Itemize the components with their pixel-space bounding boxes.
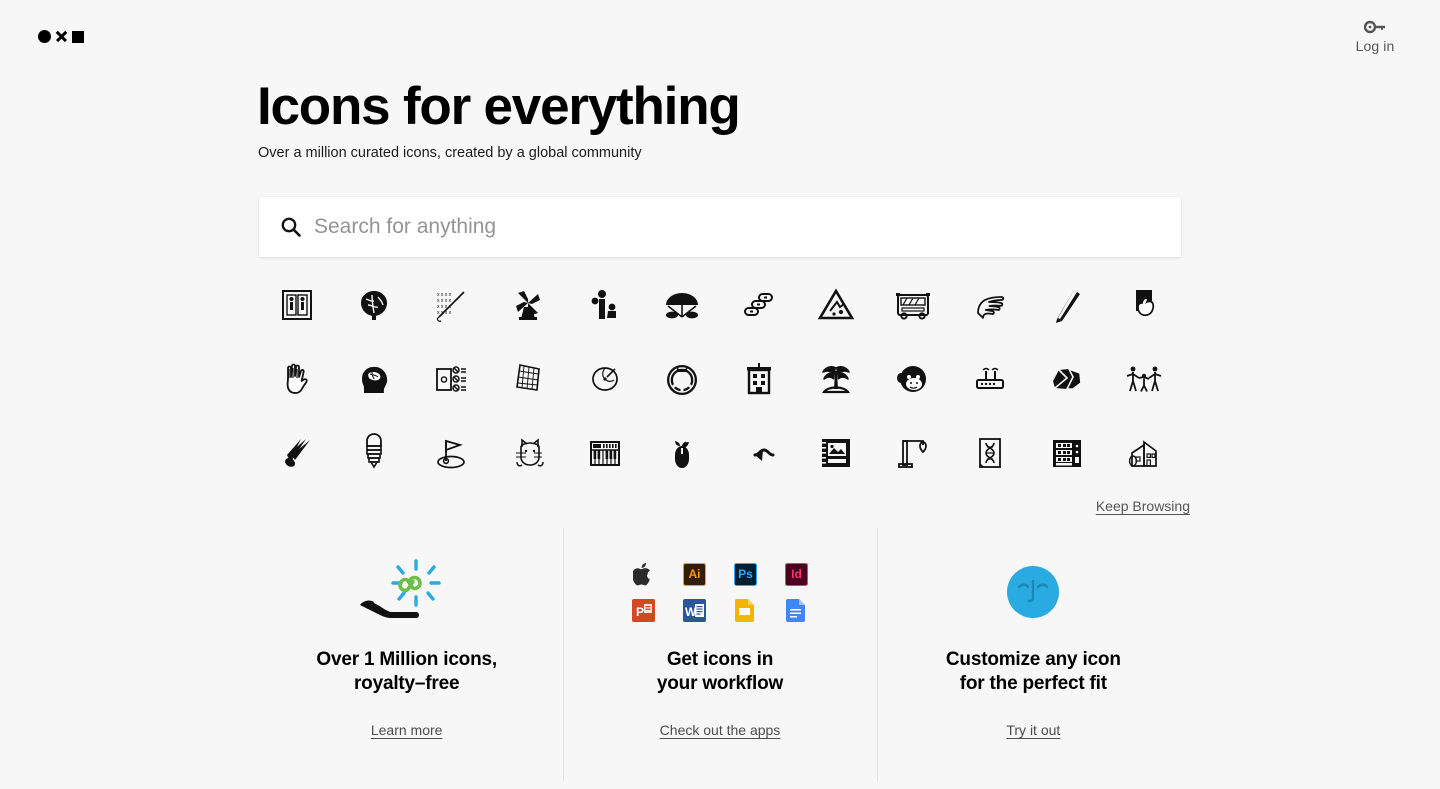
try-it-out-link[interactable]: Try it out [1006,722,1060,738]
house-icon[interactable] [1105,416,1182,490]
money-checklist-icon[interactable] [412,342,489,416]
elevator-people-icon[interactable] [258,268,335,342]
login-label: Log in [1355,38,1395,54]
page-title: Icons for everything [257,77,741,136]
search-input[interactable] [314,215,1134,239]
photo-album-icon[interactable] [797,416,874,490]
wavy-arrow-left-icon[interactable] [720,416,797,490]
feature-title-line2: royalty–free [353,673,460,694]
piano-keyboard-icon[interactable] [566,416,643,490]
feature-title-line2: for the perfect fit [959,673,1107,694]
apple-slice-icon[interactable] [566,342,643,416]
computer-mouse-sprout-icon[interactable] [643,416,720,490]
logo-square-icon [72,30,84,43]
family-holding-hands-icon[interactable] [1105,342,1182,416]
golf-flag-icon[interactable] [412,416,489,490]
crane-icon[interactable] [874,416,951,490]
word-icon: W [682,598,706,622]
feature-title-line1: Customize any icon [945,649,1121,670]
svg-text:P: P [636,605,644,619]
landslide-warning-icon[interactable] [797,268,874,342]
powerpoint-icon: P [631,598,655,622]
apartment-building-icon[interactable] [720,342,797,416]
search-icon [280,216,302,238]
blue-face-icon [998,536,1068,648]
rocks-icon[interactable] [1028,342,1105,416]
parachute-icon[interactable] [643,268,720,342]
check-out-apps-link[interactable]: Check out the apps [660,722,781,738]
light-bulb-icon[interactable] [335,416,412,490]
icon-results-grid: x x x xx x x x x x x xx x x x [258,268,1182,490]
keep-browsing-link[interactable]: Keep Browsing [1096,498,1190,514]
palm-tree-island-icon[interactable] [797,342,874,416]
logo-circle-icon [38,30,51,43]
cat-icon[interactable] [489,416,566,490]
pointing-hand-icon[interactable] [951,268,1028,342]
google-docs-icon [785,598,808,622]
wreath-icon[interactable] [643,342,720,416]
shuttlecock-icon[interactable] [258,416,335,490]
hand-holding-card-icon[interactable] [1105,268,1182,342]
adobe-photoshop-icon: Ps [733,562,757,586]
logo-x-icon [55,30,68,43]
wifi-router-icon[interactable] [951,342,1028,416]
feature-title: Over 1 Million icons, royalty–free [316,648,497,696]
head-brain-icon[interactable] [335,342,412,416]
learn-more-link[interactable]: Learn more [371,722,443,738]
feature-title-line1: Over 1 Million icons, [316,649,497,670]
apple-icon [632,562,655,586]
page-root: Log in Icons for everything Over a milli… [0,0,1440,789]
feature-title-line2: your workflow [656,673,784,694]
feature-title-line1: Get icons in [666,649,774,670]
features-section: Over 1 Million icons, royalty–free Learn… [250,528,1190,781]
google-slides-icon [734,598,757,622]
dna-document-icon[interactable] [951,416,1028,490]
hand-infinity-icon [352,536,462,648]
pen-icon[interactable] [1028,268,1105,342]
vending-machine-icon[interactable] [1028,416,1105,490]
windmill-icon[interactable] [489,268,566,342]
page-subtitle: Over a million curated icons, created by… [258,145,642,161]
adobe-indesign-icon: Id [784,562,808,586]
feature-title: Get icons in your workflow [657,648,783,696]
noun-project-logo[interactable] [38,30,84,43]
app-logos-group: Ai Ps Id P W [618,536,822,648]
login-button[interactable]: Log in [1338,18,1412,54]
cross-stitch-needle-icon[interactable]: x x x xx x x x x x x xx x x x [412,268,489,342]
feature-title: Customize any icon for the perfect fit [946,648,1121,696]
stacked-coins-icon[interactable] [720,268,797,342]
adobe-illustrator-icon: Ai [682,562,706,586]
glove-hand-icon[interactable] [258,342,335,416]
search-bar[interactable] [259,197,1181,257]
top-bar: Log in [0,0,1440,78]
feature-customize: Customize any icon for the perfect fit T… [876,528,1190,781]
brain-tree-icon[interactable] [335,268,412,342]
app-grid: Ai Ps Id P W [618,556,822,628]
key-icon [1338,18,1412,36]
people-standing-icon[interactable] [566,268,643,342]
feature-royalty-free: Over 1 Million icons, royalty–free Learn… [250,528,563,781]
monkey-face-icon[interactable] [874,342,951,416]
feature-workflow: Ai Ps Id P W Get icons in your workflow … [563,528,876,781]
school-bus-icon[interactable] [874,268,951,342]
crumpled-net-icon[interactable] [489,342,566,416]
